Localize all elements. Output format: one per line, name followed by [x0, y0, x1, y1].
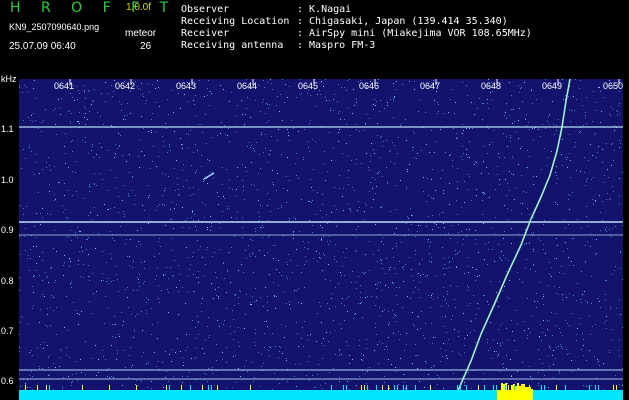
signal-type-label: meteor — [125, 28, 157, 39]
y-tick-label: 1.0 — [1, 175, 14, 185]
meteor-streak — [203, 172, 215, 180]
y-tick-label: 0.7 — [1, 326, 14, 336]
datetime-label: 25.07.09 06:40 — [9, 41, 76, 52]
x-tick-label: 0647 — [420, 81, 441, 91]
meta-row-antenna: Receiving antenna: Maspro FM-3 — [181, 40, 376, 51]
axis-unit-label: kHz — [1, 74, 17, 84]
x-tick-label: 0646 — [359, 81, 380, 91]
version-label: 1.0.0f — [126, 2, 152, 13]
meta-row-receiver: Receiver: AirSpy mini (Miakejima VOR 108… — [181, 28, 532, 39]
meta-row-observer: Observer: K.Nagai — [181, 4, 352, 15]
x-tick-label: 0649 — [542, 81, 563, 91]
meta-row-location: Receiving Location: Chigasaki, Japan (13… — [181, 16, 508, 27]
x-tick-label: 0641 — [54, 81, 75, 91]
y-tick-label: 0.8 — [1, 276, 14, 286]
x-tick-label: 0642 — [115, 81, 136, 91]
detection-count: 26 — [140, 41, 152, 52]
x-tick-label: 0645 — [298, 81, 319, 91]
file-name: KN9_2507090640.png — [9, 22, 100, 32]
app-title: H R O F F T — [10, 0, 177, 16]
y-tick-label: 0.9 — [1, 225, 14, 235]
x-tick-label: 0643 — [176, 81, 197, 91]
x-tick-label: 0650 — [603, 81, 624, 91]
spectrogram — [19, 79, 623, 400]
header: H R O F F T 1.0.0f KN9_2507090640.png 25… — [0, 0, 629, 74]
y-tick-label: 0.6 — [1, 376, 14, 386]
metadata-block: Observer: K.Nagai Receiving Location: Ch… — [181, 4, 532, 52]
x-tick-label: 0648 — [481, 81, 502, 91]
x-tick-label: 0644 — [237, 81, 258, 91]
y-tick-label: 1.1 — [1, 124, 14, 134]
spectrogram-canvas — [19, 79, 623, 400]
